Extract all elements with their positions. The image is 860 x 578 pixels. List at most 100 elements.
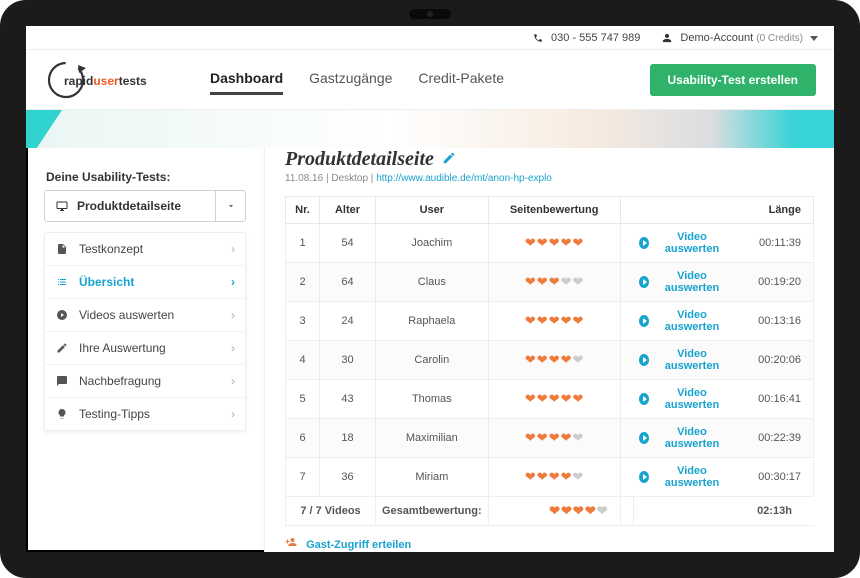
meta-date: 11.08.16 [285, 173, 323, 184]
account-menu[interactable]: Demo-Account (0 Credits) [662, 32, 818, 44]
rating-hearts: ❤❤❤❤❤ [525, 392, 584, 405]
cell-length: 00:22:39 [736, 419, 814, 458]
test-selector-toggle[interactable] [215, 191, 245, 221]
page-meta: 11.08.16 | Desktop | http://www.audible.… [285, 173, 814, 184]
rating-hearts: ❤❤❤❤❤ [525, 314, 584, 327]
chevron-right-icon: › [231, 242, 235, 256]
cell-spacer [620, 263, 633, 302]
chevron-down-icon [226, 201, 236, 211]
cell-spacer [620, 224, 633, 263]
bulb-icon [55, 408, 69, 420]
chevron-right-icon: › [231, 308, 235, 322]
support-phone[interactable]: 030 - 555 747 989 [533, 32, 640, 44]
rating-hearts: ❤❤❤❤❤ [549, 504, 608, 517]
evaluate-video-link[interactable]: Video auswerten [639, 309, 729, 333]
nav-guest-access[interactable]: Gastzugänge [309, 64, 392, 95]
evaluate-video-link[interactable]: Video auswerten [639, 387, 729, 411]
cell-rating: ❤❤❤❤❤ [488, 458, 620, 497]
sidebar-item-overview[interactable]: Übersicht › [45, 265, 245, 298]
chevron-right-icon: › [231, 275, 235, 289]
cell-user: Miriam [376, 458, 489, 497]
account-name: Demo-Account [680, 32, 753, 44]
cell-user: Carolin [376, 341, 489, 380]
sidebar-item-label: Videos auswerten [79, 308, 174, 322]
col-age: Alter [320, 197, 376, 224]
cell-spacer [620, 419, 633, 458]
evaluate-video-link[interactable]: Video auswerten [639, 270, 729, 294]
table-row: 154Joachim❤❤❤❤❤Video auswerten00:11:39 [286, 224, 814, 263]
cell-action: Video auswerten [633, 224, 735, 263]
document-icon [55, 243, 69, 255]
cell-rating: ❤❤❤❤❤ [488, 263, 620, 302]
sidebar-item-tips[interactable]: Testing-Tipps › [45, 397, 245, 430]
guest-access: Gast-Zugriff erteilen [285, 536, 814, 551]
rating-hearts: ❤❤❤❤❤ [525, 431, 584, 444]
header: rapidusertests Dashboard Gastzugänge Cre… [26, 50, 834, 110]
user-plus-icon [285, 539, 300, 551]
page-title: Produktdetailseite [285, 148, 434, 171]
cell-nr: 1 [286, 224, 320, 263]
hero-stripe [26, 110, 834, 148]
edit-title-button[interactable] [442, 151, 456, 168]
cell-length: 00:19:20 [736, 263, 814, 302]
summary-rating: ❤❤❤❤❤ [488, 497, 620, 526]
table-row: 543Thomas❤❤❤❤❤Video auswerten00:16:41 [286, 380, 814, 419]
play-circle-icon [639, 354, 649, 366]
cell-length: 00:13:16 [736, 302, 814, 341]
col-action [633, 197, 735, 224]
col-user: User [376, 197, 489, 224]
sidebar: Deine Usability-Tests: Produktdetailseit… [44, 170, 246, 431]
evaluate-video-link[interactable]: Video auswerten [639, 465, 729, 489]
create-test-button[interactable]: Usability-Test erstellen [650, 64, 817, 96]
guest-access-link[interactable]: Gast-Zugriff erteilen [306, 539, 411, 551]
cell-rating: ❤❤❤❤❤ [488, 224, 620, 263]
col-rating: Seitenbewertung [488, 197, 620, 224]
sidebar-item-evaluation[interactable]: Ihre Auswertung › [45, 331, 245, 364]
sidebar-item-label: Testing-Tipps [79, 407, 150, 421]
caret-down-icon [810, 36, 818, 41]
brand-logo[interactable]: rapidusertests [44, 58, 156, 102]
test-selector[interactable]: Produktdetailseite [44, 190, 246, 222]
pencil-icon [442, 151, 456, 165]
cell-spacer [620, 302, 633, 341]
rating-hearts: ❤❤❤❤❤ [525, 236, 584, 249]
cell-nr: 4 [286, 341, 320, 380]
phone-icon [533, 33, 543, 43]
col-nr: Nr. [286, 197, 320, 224]
chevron-right-icon: › [231, 341, 235, 355]
summary-count: 7 / 7 Videos [286, 497, 376, 526]
user-icon [662, 33, 672, 43]
device-camera [409, 9, 451, 19]
table-row: 264Claus❤❤❤❤❤Video auswerten00:19:20 [286, 263, 814, 302]
meta-url-link[interactable]: http://www.audible.de/mt/anon-hp-explo [376, 173, 552, 184]
cell-spacer [620, 458, 633, 497]
cell-spacer [620, 341, 633, 380]
evaluate-video-link[interactable]: Video auswerten [639, 348, 729, 372]
sidebar-item-videos[interactable]: Videos auswerten › [45, 298, 245, 331]
test-selector-value: Produktdetailseite [77, 199, 181, 213]
sidebar-item-concept[interactable]: Testkonzept › [45, 233, 245, 265]
nav-credit-packs[interactable]: Credit-Pakete [418, 64, 504, 95]
cell-length: 00:16:41 [736, 380, 814, 419]
sidebar-item-label: Testkonzept [79, 242, 143, 256]
cell-user: Thomas [376, 380, 489, 419]
cell-user: Maximilian [376, 419, 489, 458]
sidebar-item-survey[interactable]: Nachbefragung › [45, 364, 245, 397]
cell-action: Video auswerten [633, 458, 735, 497]
cell-spacer [620, 380, 633, 419]
cell-user: Joachim [376, 224, 489, 263]
table-row: 324Raphaela❤❤❤❤❤Video auswerten00:13:16 [286, 302, 814, 341]
summary-label: Gesamtbewertung: [376, 497, 489, 526]
cell-nr: 7 [286, 458, 320, 497]
cell-length: 00:20:06 [736, 341, 814, 380]
logo-text-a: rapid [64, 74, 93, 88]
summary-total: 02:13h [736, 497, 814, 526]
nav-dashboard[interactable]: Dashboard [210, 64, 283, 95]
evaluate-video-link[interactable]: Video auswerten [639, 231, 729, 255]
evaluate-video-link[interactable]: Video auswerten [639, 426, 729, 450]
play-circle-icon [639, 276, 649, 288]
cell-nr: 2 [286, 263, 320, 302]
rating-hearts: ❤❤❤❤❤ [525, 275, 584, 288]
chat-icon [55, 375, 69, 387]
play-circle-icon [639, 432, 649, 444]
